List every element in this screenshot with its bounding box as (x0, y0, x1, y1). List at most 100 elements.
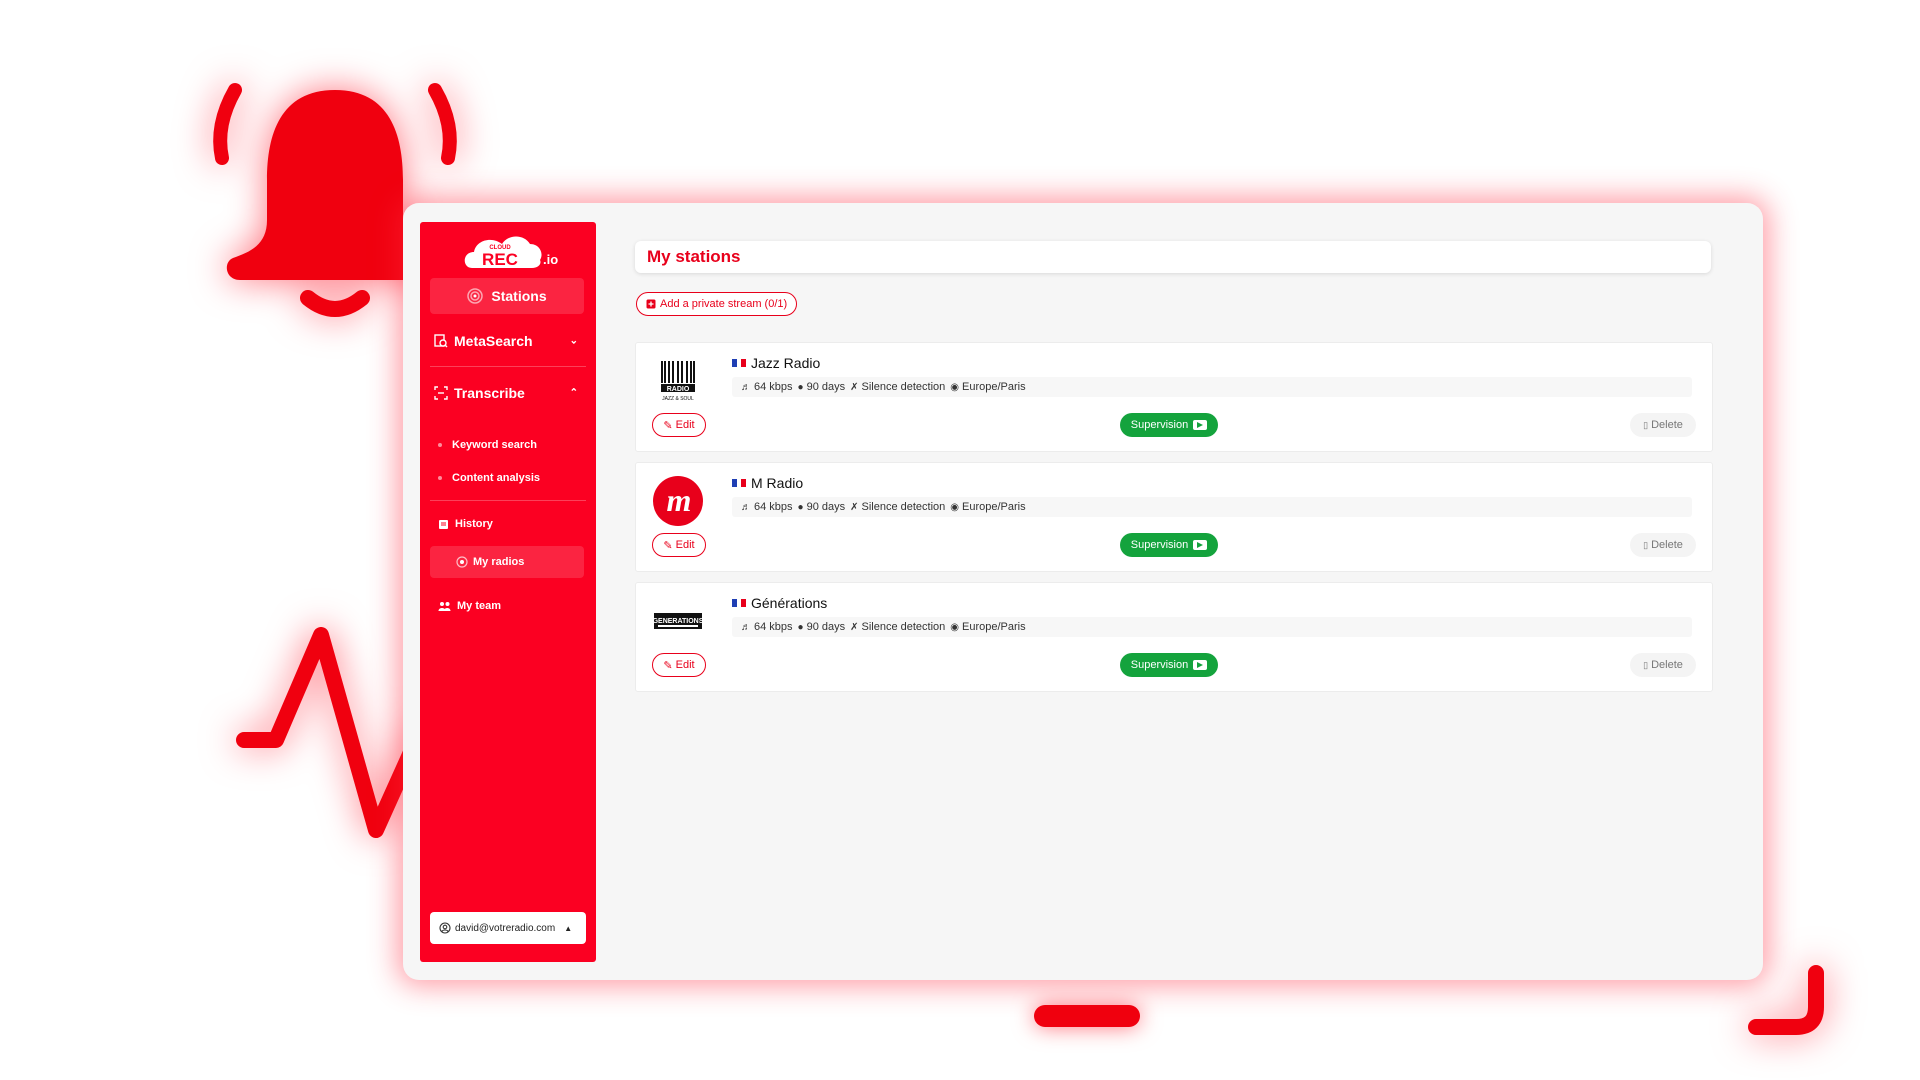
radio-icon (456, 556, 468, 568)
logo-main-text: REC (482, 250, 518, 269)
delete-label: Delete (1651, 419, 1683, 431)
sidebar-item-metasearch[interactable]: MetaSearch ⌄ (430, 330, 584, 352)
bitrate: 64 kbps (754, 381, 793, 393)
supervision-button[interactable]: Supervision (1120, 533, 1218, 557)
speaker-icon (1193, 540, 1208, 550)
silence-detection: Silence detection (861, 621, 946, 633)
clock-icon: ● (797, 501, 804, 513)
bitrate-icon: ♬ (741, 381, 751, 393)
divider (430, 500, 586, 501)
edit-label: Edit (675, 419, 695, 431)
bitrate-icon: ♬ (741, 501, 751, 513)
supervision-button[interactable]: Supervision (1120, 413, 1218, 437)
sidebar: CLOUD REC .io Stations MetaSearch ⌄ Tran… (420, 222, 596, 962)
globe-icon: ◉ (950, 621, 960, 633)
edit-button[interactable]: ✎ Edit (652, 413, 706, 437)
jazz-radio-logo: RADIO JAZZ & SOUL (658, 359, 698, 403)
scan-icon (434, 386, 448, 400)
sidebar-item-my-team[interactable]: My team (430, 596, 584, 616)
timezone: Europe/Paris (962, 621, 1026, 633)
bullet-icon (438, 443, 442, 447)
station-name: Jazz Radio (751, 355, 821, 371)
heartbeat-icon (236, 627, 426, 838)
sidebar-item-history[interactable]: History (430, 514, 584, 534)
retention: 90 days (806, 381, 846, 393)
search-document-icon (434, 334, 448, 348)
delete-button[interactable]: ▯ Delete (1630, 533, 1696, 557)
delete-button[interactable]: ▯ Delete (1630, 653, 1696, 677)
silence-icon: ✗ (850, 381, 859, 393)
silence-detection: Silence detection (861, 501, 946, 513)
sidebar-item-stations[interactable]: Stations (430, 278, 584, 314)
sidebar-subitem-keyword-search[interactable]: Keyword search (430, 436, 584, 454)
user-circle-icon (439, 922, 451, 934)
station-name: M Radio (751, 475, 804, 491)
chevron-up-icon: ⌃ (569, 387, 578, 399)
station-card: RADIO JAZZ & SOUL Jazz Radio ♬ 64 kbps ● 9… (635, 342, 1713, 452)
decorative-dash (1034, 1005, 1140, 1027)
clock-icon: ● (797, 381, 804, 393)
sidebar-item-label: Keyword search (452, 439, 537, 451)
timezone: Europe/Paris (962, 501, 1026, 513)
speaker-icon (1193, 420, 1208, 430)
bitrate-icon: ♬ (741, 621, 751, 633)
logo-subtitle: JAZZ & SOUL (662, 396, 694, 402)
silence-detection: Silence detection (861, 381, 946, 393)
account-email: david@votreradio.com (455, 922, 556, 934)
bullet-icon (438, 476, 442, 480)
add-stream-label: Add a private stream (0/1) (660, 298, 788, 310)
pencil-icon: ✎ (663, 659, 673, 672)
decorative-corner (1748, 965, 1824, 1035)
silence-icon: ✗ (850, 501, 859, 513)
sidebar-item-label: History (455, 518, 493, 530)
station-card: GENERATIONS Générations ♬ 64 kbps ● 90 day… (635, 582, 1713, 692)
account-menu[interactable]: david@votreradio.com ▲ (430, 912, 586, 944)
history-icon (439, 519, 448, 529)
station-meta: ♬ 64 kbps ● 90 days ✗ Silence detection ◉ Eu… (732, 377, 1692, 397)
supervision-label: Supervision (1130, 659, 1189, 671)
sidebar-item-label: Content analysis (452, 472, 541, 484)
divider (430, 366, 586, 367)
station-meta: ♬ 64 kbps ● 90 days ✗ Silence detection ◉ Eu… (732, 617, 1692, 637)
svg-text:RADIO: RADIO (667, 386, 690, 393)
retention: 90 days (806, 621, 846, 633)
trash-icon: ▯ (1643, 659, 1649, 670)
bitrate: 64 kbps (754, 501, 793, 513)
delete-label: Delete (1651, 539, 1683, 551)
sidebar-subitem-content-analysis[interactable]: Content analysis (430, 469, 584, 487)
sidebar-item-label: Stations (491, 288, 547, 304)
sidebar-item-label: My team (457, 600, 502, 612)
supervision-button[interactable]: Supervision (1120, 653, 1218, 677)
edit-button[interactable]: ✎ Edit (652, 533, 706, 557)
edit-label: Edit (675, 659, 695, 671)
delete-button[interactable]: ▯ Delete (1630, 413, 1696, 437)
logo-letter: m (667, 482, 692, 518)
speaker-icon (1193, 660, 1208, 670)
flag-france-icon (732, 359, 747, 367)
logo-suffix-text: .io (543, 252, 558, 267)
delete-label: Delete (1651, 659, 1683, 671)
supervision-label: Supervision (1130, 539, 1189, 551)
add-stream-icon (646, 299, 656, 309)
station-meta: ♬ 64 kbps ● 90 days ✗ Silence detection ◉ Eu… (732, 497, 1692, 517)
sidebar-item-transcribe[interactable]: Transcribe ⌃ (430, 382, 584, 404)
pencil-icon: ✎ (663, 539, 673, 552)
page-title: My stations (647, 247, 741, 266)
logo-text: GENERATIONS (653, 618, 704, 625)
station-name: Générations (751, 595, 828, 611)
broadcast-icon (467, 288, 484, 304)
edit-button[interactable]: ✎ Edit (652, 653, 706, 677)
team-icon (438, 601, 451, 611)
add-private-stream-button[interactable]: Add a private stream (0/1) (636, 292, 798, 316)
trash-icon: ▯ (1643, 419, 1649, 430)
globe-icon: ◉ (950, 381, 960, 393)
station-card: m M Radio ♬ 64 kbps ● 90 days ✗ Silence det… (635, 462, 1713, 572)
sidebar-item-label: My radios (473, 556, 525, 568)
pencil-icon: ✎ (663, 419, 673, 432)
flag-france-icon (732, 599, 747, 607)
generations-logo: GENERATIONS (653, 613, 704, 629)
caret-up-icon: ▲ (564, 923, 573, 933)
edit-label: Edit (675, 539, 695, 551)
clock-icon: ● (797, 621, 804, 633)
sidebar-item-my-radios[interactable]: My radios (430, 546, 584, 578)
